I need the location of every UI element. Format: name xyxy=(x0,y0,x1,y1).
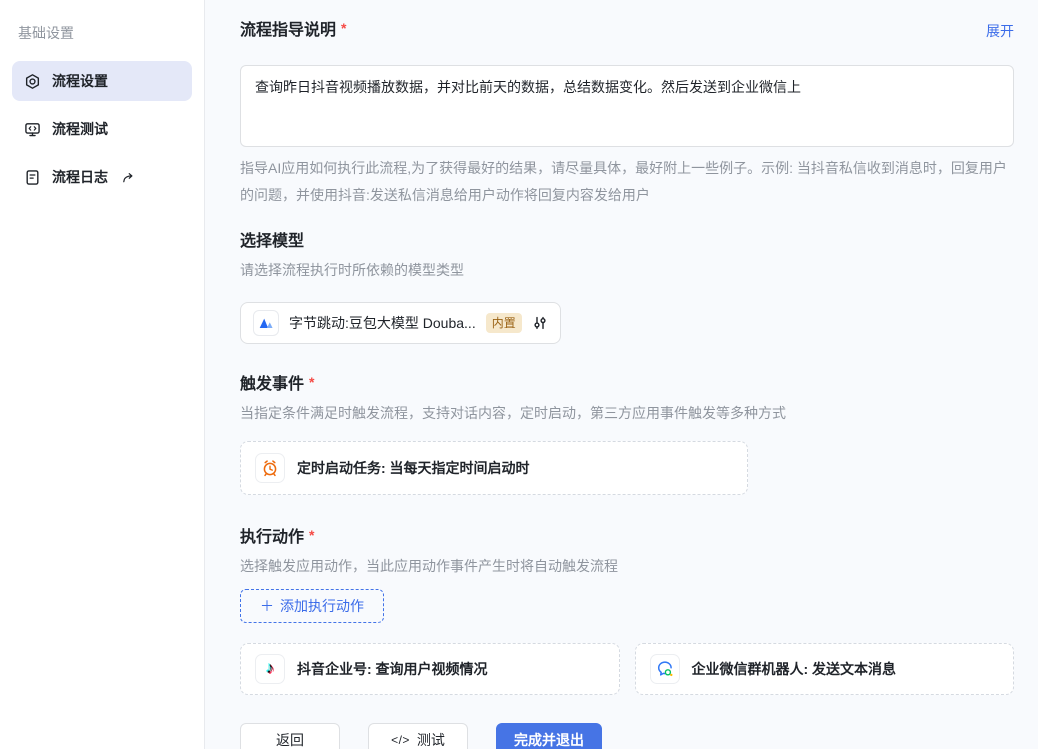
test-label: 测试 xyxy=(416,732,445,748)
plus-icon: ＋ xyxy=(260,598,274,614)
code-icon: </> xyxy=(391,733,410,747)
actions-section: 执行动作 * 选择触发应用动作，当此应用动作事件产生时将自动触发流程 ＋ 添加执行动… xyxy=(240,527,1014,695)
wecom-robot-icon xyxy=(649,654,680,684)
trigger-title-row: 触发事件 * xyxy=(240,374,1014,396)
sidebar-item-flow-log[interactable]: 流程日志 xyxy=(12,157,192,197)
guidance-title-row: 流程指导说明 * xyxy=(240,20,346,42)
required-asterisk: * xyxy=(309,374,315,390)
sidebar-section-label: 基础设置 xyxy=(18,25,74,41)
monitor-code-icon xyxy=(24,121,41,138)
action-cards-row: ♪ 抖音企业号: 查询用户视频情况 企业微信群机器人: 发送文本消息 xyxy=(240,643,1014,695)
timer-trigger-card[interactable]: 定时启动任务: 当每天指定时间启动时 xyxy=(240,441,748,495)
footer-buttons: 返回 </> 测试 完成并退出 xyxy=(240,723,1014,749)
action-card-douyin[interactable]: ♪ 抖音企业号: 查询用户视频情况 xyxy=(240,643,620,695)
actions-subtitle: 选择触发应用动作，当此应用动作事件产生时将自动触发流程 xyxy=(240,558,618,574)
action-card-wecom[interactable]: 企业微信群机器人: 发送文本消息 xyxy=(634,643,1014,695)
model-select-card[interactable]: 字节跳动:豆包大模型 Douba... 内置 xyxy=(240,302,561,344)
model-title: 选择模型 xyxy=(240,233,305,250)
back-button[interactable]: 返回 xyxy=(240,723,340,749)
required-asterisk: * xyxy=(341,20,347,36)
model-subtitle: 请选择流程执行时所依赖的模型类型 xyxy=(240,262,464,278)
document-icon xyxy=(24,169,41,186)
sidebar: 基础设置 流程设置 流程测试 流程日志 xyxy=(0,0,205,749)
gear-icon xyxy=(24,73,41,90)
trigger-subtitle: 当指定条件满足时触发流程，支持对话内容，定时启动，第三方应用事件触发等多种方式 xyxy=(240,405,786,421)
guidance-title: 流程指导说明 xyxy=(240,22,337,39)
trigger-section: 触发事件 * 当指定条件满足时触发流程，支持对话内容，定时启动，第三方应用事件触发… xyxy=(240,374,1014,495)
trigger-title: 触发事件 xyxy=(240,376,305,393)
sidebar-item-label: 流程日志 xyxy=(52,169,108,185)
test-button[interactable]: </> 测试 xyxy=(368,723,468,749)
builtin-badge: 内置 xyxy=(485,313,522,333)
model-name: 字节跳动:豆包大模型 Douba... xyxy=(289,315,476,331)
douyin-icon: ♪ xyxy=(255,654,285,684)
sidebar-item-label: 流程设置 xyxy=(52,73,108,89)
add-action-label: 添加执行动作 xyxy=(280,598,364,614)
model-section: 选择模型 请选择流程执行时所依赖的模型类型 字节跳动:豆包大模型 Douba..… xyxy=(240,231,1014,344)
guidance-textarea[interactable]: 查询昨日抖音视频播放数据，并对比前天的数据，总结数据变化。然后发送到企业微信上 xyxy=(240,65,1014,147)
done-button[interactable]: 完成并退出 xyxy=(496,723,602,749)
sliders-icon[interactable] xyxy=(532,315,548,331)
required-asterisk: * xyxy=(309,527,315,543)
sidebar-item-label: 流程测试 xyxy=(52,121,108,137)
actions-title-row: 执行动作 * xyxy=(240,527,1014,549)
sidebar-item-flow-test[interactable]: 流程测试 xyxy=(12,109,192,149)
action-card-label: 企业微信群机器人: 发送文本消息 xyxy=(691,661,897,677)
back-label: 返回 xyxy=(276,732,304,748)
actions-title: 执行动作 xyxy=(240,529,305,546)
alarm-clock-icon xyxy=(255,453,285,483)
expand-link[interactable]: 展开 xyxy=(986,21,1014,41)
action-card-label: 抖音企业号: 查询用户视频情况 xyxy=(297,661,488,677)
done-label: 完成并退出 xyxy=(514,732,584,748)
doubao-model-icon xyxy=(253,310,279,336)
add-action-button[interactable]: ＋ 添加执行动作 xyxy=(240,589,384,623)
main-panel: 流程指导说明 * 展开 查询昨日抖音视频播放数据，并对比前天的数据，总结数据变化。… xyxy=(205,0,1038,749)
sidebar-item-flow-settings[interactable]: 流程设置 xyxy=(12,61,192,101)
timer-trigger-label: 定时启动任务: 当每天指定时间启动时 xyxy=(297,460,530,476)
guidance-help-text: 指导AI应用如何执行此流程,为了获得最好的结果，请尽量具体，最好附上一些例子。示… xyxy=(240,160,1007,203)
jump-icon[interactable] xyxy=(121,170,136,185)
